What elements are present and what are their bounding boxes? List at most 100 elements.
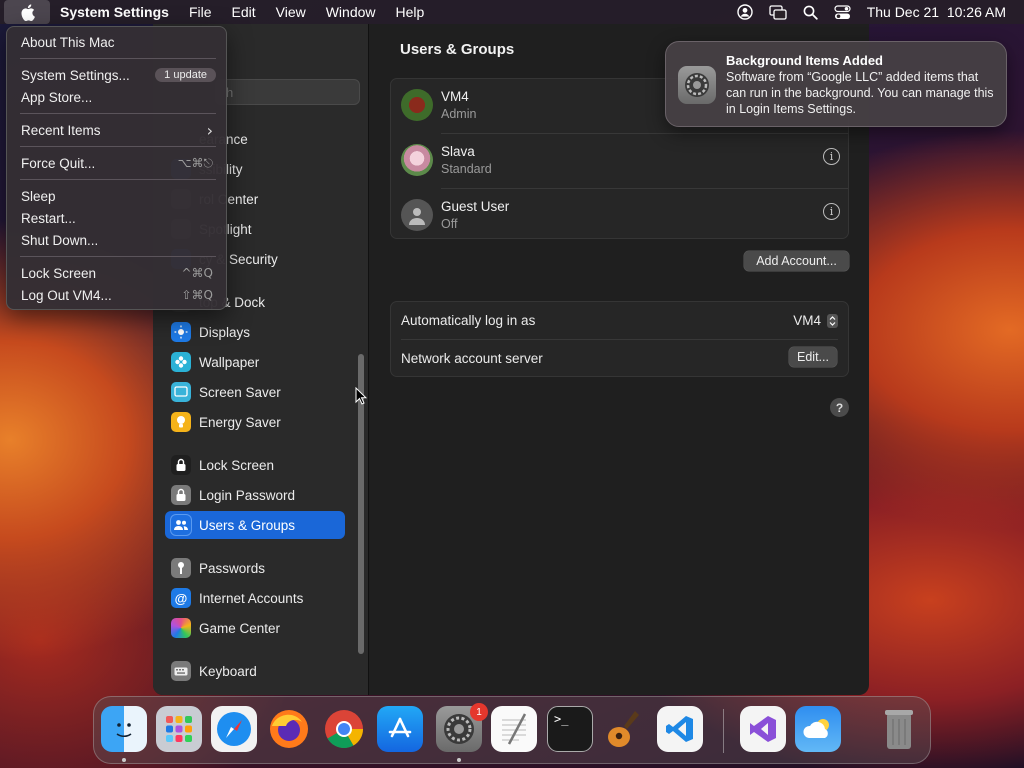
menu-item-lock-screen[interactable]: Lock Screen ^⌘Q (12, 262, 222, 284)
sidebar-item-energy-saver[interactable]: Energy Saver (165, 408, 345, 436)
add-account-button[interactable]: Add Account... (744, 251, 849, 271)
menu-edit[interactable]: Edit (222, 0, 266, 24)
menu-item-label: Shut Down... (21, 232, 99, 248)
sidebar-item-lock-screen[interactable]: Lock Screen (165, 451, 345, 479)
menu-view[interactable]: View (266, 0, 316, 24)
sidebar-item-label: Game Center (199, 620, 281, 636)
notification-banner[interactable]: Background Items Added Software from “Go… (665, 41, 1007, 127)
avatar-lotus (401, 144, 433, 176)
users-icon (171, 515, 191, 535)
help-button[interactable]: ? (830, 398, 849, 417)
dock-finder-icon[interactable] (101, 706, 147, 752)
login-options-card: Automatically log in as VM4 Network acco… (390, 301, 849, 377)
menu-item-recent-items[interactable]: Recent Items › (12, 119, 222, 141)
sidebar-item-keyboard[interactable]: Keyboard (165, 657, 345, 685)
sidebar-item-displays[interactable]: Displays (165, 318, 345, 346)
menu-item-restart[interactable]: Restart... (12, 207, 222, 229)
divider (20, 179, 216, 180)
auto-login-value: VM4 (793, 313, 821, 328)
dock-terminal-icon[interactable]: >_ (547, 706, 593, 752)
sidebar-item-label: Screen Saver (199, 384, 281, 400)
user-role: Admin (441, 107, 477, 121)
search-input[interactable] (215, 79, 360, 105)
apple-icon (20, 3, 35, 21)
shortcut-label: ⌥⌘⎋ (177, 155, 213, 170)
sidebar-item-label: Internet Accounts (199, 590, 304, 606)
sidebar-item-label: Keyboard (199, 663, 257, 679)
user-row-slava[interactable]: Slava Standard i (391, 134, 850, 189)
menu-window[interactable]: Window (316, 0, 386, 24)
dock-launchpad-icon[interactable] (156, 706, 202, 752)
app-menu[interactable]: System Settings (50, 0, 179, 24)
sidebar-item-screen-saver[interactable]: Screen Saver (165, 378, 345, 406)
sidebar-item-wallpaper[interactable]: Wallpaper (165, 348, 345, 376)
sidebar-item-passwords[interactable]: Passwords (165, 554, 345, 582)
sidebar-item-label: Displays (199, 324, 251, 340)
sidebar-item-label: Lock Screen (199, 457, 275, 473)
auto-login-select[interactable]: VM4 (793, 313, 838, 328)
apple-menu-button[interactable] (4, 0, 50, 24)
menu-item-sleep[interactable]: Sleep (12, 185, 222, 207)
menu-file[interactable]: File (179, 0, 222, 24)
mouse-cursor-icon (355, 387, 367, 405)
menubar-clock[interactable]: Thu Dec 21 10:26 AM (867, 4, 1006, 20)
menu-item-app-store[interactable]: App Store... (12, 86, 222, 108)
page-title: Users & Groups (400, 41, 515, 58)
dock-weather-icon[interactable] (795, 706, 841, 752)
menu-item-shut-down[interactable]: Shut Down... (12, 229, 222, 251)
dock-firefox-icon[interactable] (266, 706, 312, 752)
sidebar-item-label: Users & Groups (199, 517, 296, 533)
sidebar-item-label: Energy Saver (199, 414, 281, 430)
game-center-icon (171, 618, 191, 638)
info-icon[interactable]: i (823, 203, 840, 220)
update-badge: 1 update (155, 68, 216, 82)
dock-visual-studio-icon[interactable] (740, 706, 786, 752)
menu-item-label: Lock Screen (21, 265, 97, 281)
edit-button[interactable]: Edit... (789, 347, 837, 367)
menu-item-log-out[interactable]: Log Out VM4... ⇧⌘Q (12, 284, 222, 306)
sidebar-item-label: Wallpaper (199, 354, 260, 370)
shortcut-label: ^⌘Q (181, 266, 214, 280)
sidebar-item-game-center[interactable]: Game Center (165, 614, 345, 642)
notification-title: Background Items Added (726, 53, 883, 68)
keyboard-icon (171, 661, 191, 681)
user-role: Standard (441, 162, 492, 176)
dock-textedit-icon[interactable] (491, 706, 537, 752)
displays-sun-icon (171, 322, 191, 342)
dock-safari-icon[interactable] (211, 706, 257, 752)
user-role: Off (441, 217, 458, 231)
dock-garageband-icon[interactable] (602, 706, 648, 752)
at-sign-icon: @ (171, 588, 191, 608)
sidebar-item-login-password[interactable]: Login Password (165, 481, 345, 509)
running-indicator (457, 758, 461, 762)
notification-badge: 1 (470, 703, 488, 721)
sidebar-item-users-groups[interactable]: Users & Groups (165, 511, 345, 539)
menu-help[interactable]: Help (386, 0, 435, 24)
screen-mirroring-icon[interactable] (769, 4, 787, 20)
user-account-icon[interactable] (736, 4, 753, 20)
energy-bulb-icon (171, 412, 191, 432)
info-icon[interactable]: i (823, 148, 840, 165)
user-name: Guest User (441, 199, 510, 214)
dock-trash-icon[interactable] (876, 706, 922, 752)
user-row-guest[interactable]: Guest User Off i (391, 189, 850, 244)
sidebar-item-internet-accounts[interactable]: @ Internet Accounts (165, 584, 345, 612)
menu-item-label: Sleep (21, 188, 56, 204)
menu-item-system-settings[interactable]: System Settings... 1 update (12, 64, 222, 86)
menu-item-label: System Settings... (21, 67, 130, 83)
notification-body: Software from “Google LLC” added items t… (726, 70, 994, 116)
control-center-icon[interactable] (834, 4, 851, 20)
dock-vscode-icon[interactable] (657, 706, 703, 752)
dock-app-store-icon[interactable] (377, 706, 423, 752)
menu-item-force-quit[interactable]: Force Quit... ⌥⌘⎋ (12, 152, 222, 174)
shortcut-label: ⇧⌘Q (181, 288, 214, 302)
user-name: VM4 (441, 89, 469, 104)
avatar-guest (401, 199, 433, 231)
divider (20, 256, 216, 257)
spotlight-search-icon[interactable] (803, 5, 818, 20)
menu-item-about[interactable]: About This Mac (12, 31, 222, 53)
menu-item-label: About This Mac (21, 34, 115, 50)
dock-chrome-icon[interactable] (321, 706, 367, 752)
dock: 1 >_ (93, 696, 931, 764)
divider (20, 58, 216, 59)
